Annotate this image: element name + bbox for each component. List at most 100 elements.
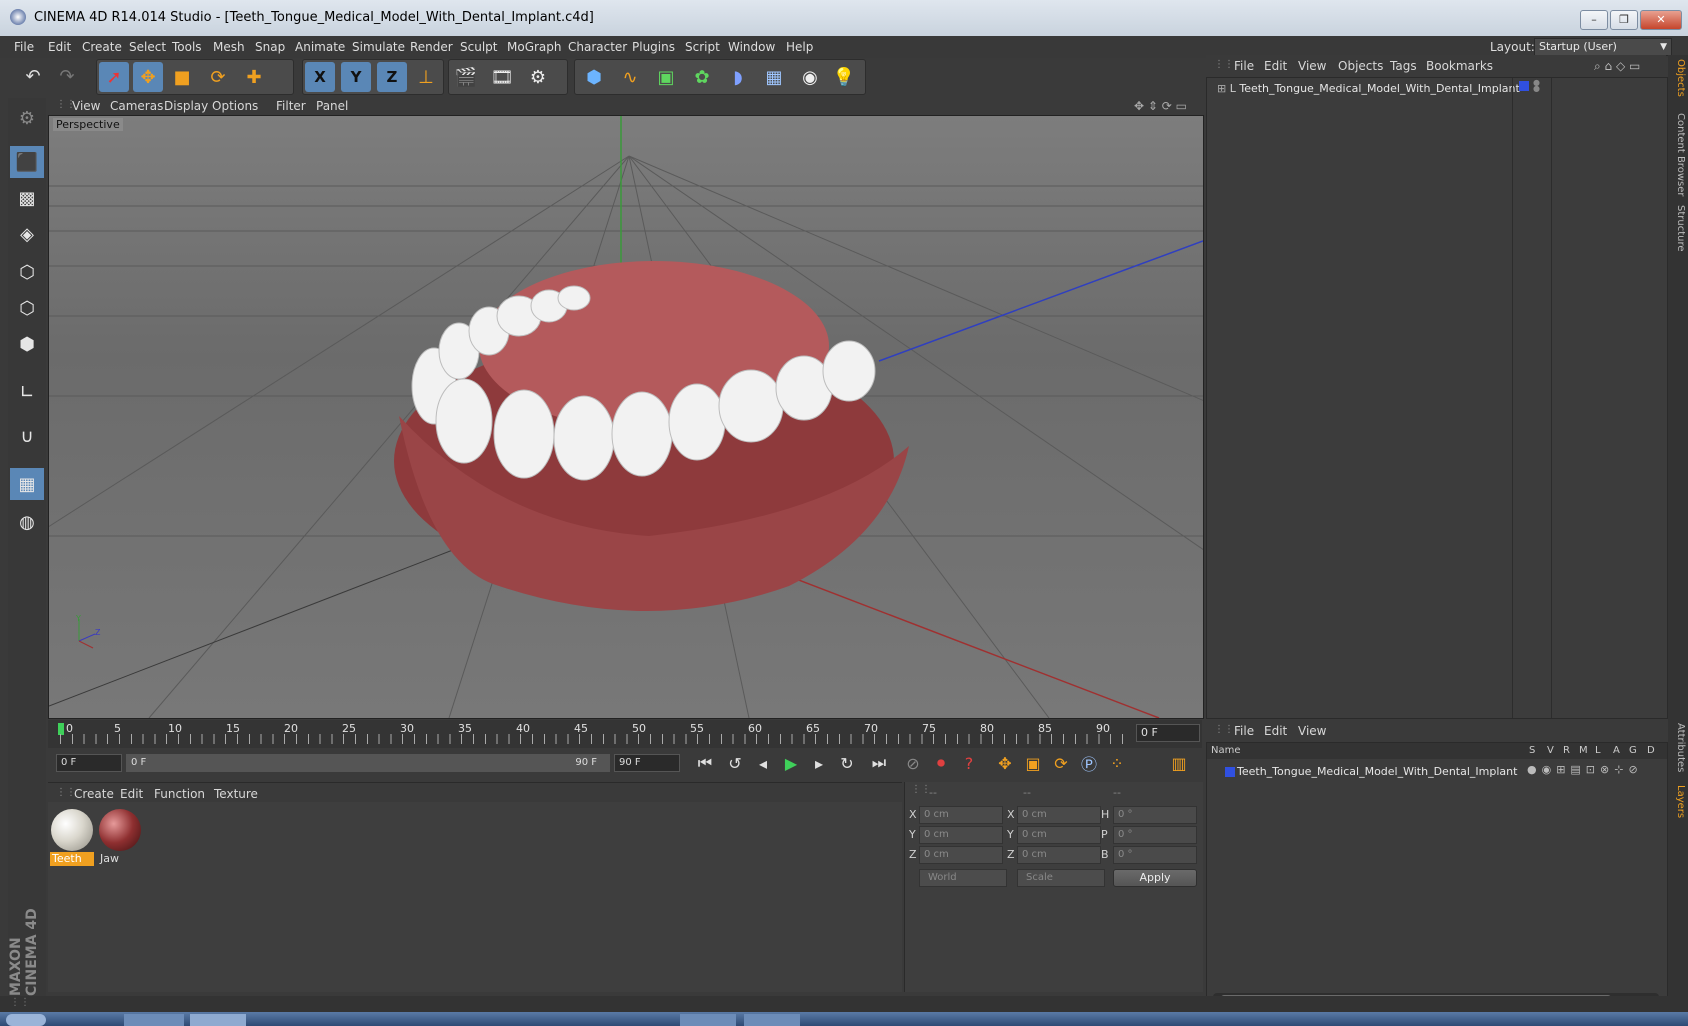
- taskbar-app-icon[interactable]: [190, 1014, 246, 1026]
- expand-icon[interactable]: ⊞: [1217, 82, 1226, 95]
- material-menu-texture[interactable]: Texture: [214, 787, 258, 801]
- rotation-h-field[interactable]: 0 °: [1113, 806, 1197, 824]
- camera-icon[interactable]: ◉: [795, 62, 825, 92]
- viewport-menu-cameras[interactable]: Cameras: [110, 99, 163, 113]
- viewport-menu-panel[interactable]: Panel: [316, 99, 348, 113]
- model-mode-icon[interactable]: ⬛: [10, 146, 44, 178]
- taskbar-app-icon[interactable]: [744, 1014, 800, 1026]
- current-frame-field[interactable]: 0 F: [1136, 724, 1200, 742]
- key-scale-icon[interactable]: ▣: [1020, 752, 1046, 774]
- object-manager-search-icons[interactable]: ⌕ ⌂ ◇ ▭: [1594, 59, 1640, 74]
- minimize-button[interactable]: –: [1580, 10, 1608, 30]
- apply-button[interactable]: Apply: [1113, 869, 1197, 887]
- object-menu-file[interactable]: File: [1234, 59, 1254, 73]
- axis-y-toggle[interactable]: Y: [341, 62, 371, 92]
- material-menu-function[interactable]: Function: [154, 787, 205, 801]
- scale-tool[interactable]: ■: [167, 62, 197, 92]
- timeline-ruler[interactable]: [60, 734, 1130, 744]
- timeline-window-icon[interactable]: ▥: [1166, 752, 1192, 774]
- viewport-menu-display[interactable]: Display: [164, 99, 208, 113]
- live-select-tool[interactable]: ➚: [99, 62, 129, 92]
- size-z-field[interactable]: 0 cm: [1017, 846, 1101, 864]
- render-view-button[interactable]: 🎬: [451, 62, 481, 92]
- menu-sculpt[interactable]: Sculpt: [460, 40, 497, 54]
- next-key-icon[interactable]: ↻: [834, 752, 860, 774]
- rotation-p-field[interactable]: 0 °: [1113, 826, 1197, 844]
- viewport-menu-view[interactable]: View: [72, 99, 100, 113]
- add-tool[interactable]: ✚: [239, 62, 269, 92]
- tab-objects[interactable]: Objects: [1670, 59, 1686, 97]
- object-menu-objects[interactable]: Objects: [1338, 59, 1383, 73]
- spline-pen-icon[interactable]: ∿: [615, 62, 645, 92]
- position-x-field[interactable]: 0 cm: [919, 806, 1003, 824]
- menu-select[interactable]: Select: [129, 40, 166, 54]
- cube-icon[interactable]: ⬢: [579, 62, 609, 92]
- timeline[interactable]: 0 5 10 15 20 25 30 35 40 45 50 55 60 65 …: [48, 720, 1202, 748]
- menu-script[interactable]: Script: [685, 40, 720, 54]
- layer-row[interactable]: Teeth_Tongue_Medical_Model_With_Dental_I…: [1237, 765, 1517, 778]
- soft-selection-icon[interactable]: ◍: [10, 506, 44, 538]
- move-tool[interactable]: ✥: [133, 62, 163, 92]
- axis-mode-icon[interactable]: ∟: [10, 376, 44, 408]
- material-menu-edit[interactable]: Edit: [120, 787, 143, 801]
- deformer-icon[interactable]: ◗: [723, 62, 753, 92]
- position-y-field[interactable]: 0 cm: [919, 826, 1003, 844]
- menu-plugins[interactable]: Plugins: [632, 40, 675, 54]
- coordinate-system-button[interactable]: ⊥: [411, 62, 441, 92]
- viewport-menu-options[interactable]: Options: [212, 99, 258, 113]
- workplane-icon[interactable]: ◈: [10, 218, 44, 250]
- size-y-field[interactable]: 0 cm: [1017, 826, 1101, 844]
- menu-mesh[interactable]: Mesh: [213, 40, 245, 54]
- key-pla-icon[interactable]: ⁘: [1104, 752, 1130, 774]
- menu-character[interactable]: Character: [568, 40, 627, 54]
- position-z-field[interactable]: 0 cm: [919, 846, 1003, 864]
- menu-simulate[interactable]: Simulate: [352, 40, 405, 54]
- close-button[interactable]: ✕: [1640, 10, 1682, 30]
- go-to-start-icon[interactable]: ⏮: [692, 752, 718, 774]
- object-menu-edit[interactable]: Edit: [1264, 59, 1287, 73]
- subdivision-surface-icon[interactable]: ▣: [651, 62, 681, 92]
- autokey-icon[interactable]: ⏺: [928, 752, 954, 774]
- floor-icon[interactable]: ▦: [759, 62, 789, 92]
- object-menu-tags[interactable]: Tags: [1390, 59, 1417, 73]
- menu-edit[interactable]: Edit: [48, 40, 71, 54]
- viewport-nav-icons[interactable]: ✥ ⇕ ⟳ ▭: [1134, 99, 1187, 113]
- size-x-field[interactable]: 0 cm: [1017, 806, 1101, 824]
- make-editable-icon[interactable]: ⚙: [10, 102, 44, 134]
- polygons-mode-icon[interactable]: ⬢: [10, 328, 44, 360]
- previous-frame-icon[interactable]: ◂: [750, 752, 776, 774]
- menu-file[interactable]: File: [14, 40, 34, 54]
- layer-color-swatch[interactable]: [1225, 767, 1235, 777]
- rotate-tool[interactable]: ⟳: [203, 62, 233, 92]
- layer-color-swatch[interactable]: [1519, 81, 1529, 91]
- menu-animate[interactable]: Animate: [295, 40, 345, 54]
- taskbar-app-icon[interactable]: [680, 1014, 736, 1026]
- menu-help[interactable]: Help: [786, 40, 813, 54]
- rotation-b-field[interactable]: 0 °: [1113, 846, 1197, 864]
- object-row[interactable]: ⊞ L Teeth_Tongue_Medical_Model_With_Dent…: [1217, 82, 1520, 95]
- viewport-3d[interactable]: Perspective Y Z: [48, 115, 1204, 719]
- menu-window[interactable]: Window: [728, 40, 775, 54]
- menu-create[interactable]: Create: [82, 40, 122, 54]
- texture-mode-icon[interactable]: ▩: [10, 182, 44, 214]
- menu-tools[interactable]: Tools: [172, 40, 202, 54]
- key-parameter-icon[interactable]: Ⓟ: [1076, 752, 1102, 774]
- key-rotation-icon[interactable]: ⟳: [1048, 752, 1074, 774]
- maximize-button[interactable]: ❐: [1610, 10, 1638, 30]
- menu-mograph[interactable]: MoGraph: [507, 40, 562, 54]
- light-icon[interactable]: 💡: [829, 62, 859, 92]
- redo-button[interactable]: ↷: [52, 61, 82, 91]
- menu-snap[interactable]: Snap: [255, 40, 285, 54]
- tab-layers[interactable]: Layers: [1670, 785, 1686, 818]
- workplane-lock-icon[interactable]: ▦: [10, 468, 44, 500]
- tab-structure[interactable]: Structure: [1670, 205, 1686, 252]
- previous-key-icon[interactable]: ↺: [722, 752, 748, 774]
- axis-z-toggle[interactable]: Z: [377, 62, 407, 92]
- render-settings-button[interactable]: ⚙: [523, 62, 553, 92]
- material-teeth[interactable]: Teeth: [50, 808, 94, 866]
- layer-menu-file[interactable]: File: [1234, 724, 1254, 738]
- go-to-end-icon[interactable]: ⏭: [866, 752, 892, 774]
- axis-x-toggle[interactable]: X: [305, 62, 335, 92]
- visibility-dots-icon[interactable]: ● ●: [1533, 79, 1540, 93]
- coordinate-mode-select[interactable]: Scale: [1017, 869, 1105, 887]
